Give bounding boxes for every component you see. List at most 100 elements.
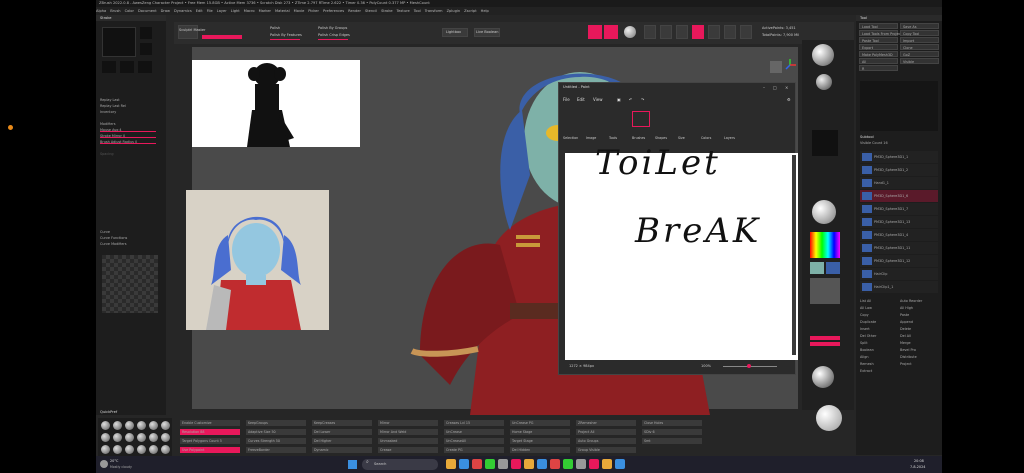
subtool-row[interactable]: PM3D_Sphere3D1_11 bbox=[860, 242, 938, 254]
paint-zoom-handle[interactable] bbox=[747, 364, 751, 368]
tool-button[interactable]: Import bbox=[900, 37, 939, 43]
taskbar-app-icon[interactable] bbox=[459, 459, 469, 469]
view-perspective-icon[interactable] bbox=[770, 61, 782, 73]
paint-settings-icon[interactable]: ⚙ bbox=[787, 97, 791, 102]
subtool-action[interactable]: Align bbox=[860, 355, 869, 360]
paint-close-button[interactable]: × bbox=[785, 85, 788, 90]
subtool-row[interactable]: PM3D_Sphere3D1_2 bbox=[860, 164, 938, 176]
tool-button[interactable]: GoZ bbox=[900, 51, 939, 57]
subtool-action[interactable]: Project bbox=[900, 362, 912, 367]
brush-thumbnail-icon[interactable] bbox=[113, 421, 122, 430]
color-swatch-main[interactable] bbox=[810, 262, 824, 274]
brush-thumbnail-icon[interactable] bbox=[137, 421, 146, 430]
color-swatch-secondary[interactable] bbox=[826, 262, 840, 274]
left-slider[interactable] bbox=[100, 143, 156, 144]
taskbar-app-icon[interactable] bbox=[589, 459, 599, 469]
paint-tool-colors-icon[interactable] bbox=[701, 111, 719, 127]
brush-thumbnail-icon[interactable] bbox=[125, 445, 134, 454]
left-panel-item[interactable]: Curve bbox=[100, 230, 110, 235]
subtool-row[interactable]: PM3D_Sphere3D1_6 bbox=[860, 190, 938, 202]
paint-tool-brushes-icon[interactable] bbox=[632, 111, 650, 127]
subtool-row[interactable]: PM3D_Sphere3D1_4 bbox=[860, 229, 938, 241]
menu-item-stroke[interactable]: Stroke bbox=[381, 7, 392, 15]
menu-item-layer[interactable]: Layer bbox=[217, 7, 227, 15]
taskbar-app-icon[interactable] bbox=[615, 459, 625, 469]
polish-groups-slider[interactable] bbox=[318, 39, 348, 40]
menu-item-stencil[interactable]: Stencil bbox=[365, 7, 377, 15]
stroke-thumbnail-3[interactable] bbox=[140, 43, 152, 55]
subtool-row[interactable]: PM3D_Sphere3D1_1 bbox=[860, 151, 938, 163]
material-sphere-small-icon[interactable] bbox=[816, 74, 832, 90]
brush-thumbnail-icon[interactable] bbox=[137, 445, 146, 454]
paint-save-icon[interactable]: ▣ bbox=[617, 97, 621, 102]
left-panel-item[interactable]: Spacing bbox=[100, 152, 114, 157]
quickpref-header[interactable]: QuickPref bbox=[96, 410, 166, 415]
subtool-action[interactable]: Duplicate bbox=[860, 320, 876, 325]
brush-thumbnail-icon[interactable] bbox=[101, 445, 110, 454]
stroke-thumbnail-1[interactable] bbox=[102, 27, 136, 57]
menu-item-macro[interactable]: Macro bbox=[244, 7, 255, 15]
visible-count[interactable]: Visible Count 16 bbox=[860, 141, 888, 146]
tool-button[interactable]: Save As bbox=[900, 23, 939, 29]
brush-thumbnail-icon[interactable] bbox=[101, 433, 110, 442]
taskbar-app-icon[interactable] bbox=[602, 459, 612, 469]
subtool-action[interactable]: Append bbox=[900, 320, 913, 325]
texture-sphere-icon[interactable] bbox=[812, 200, 836, 224]
menu-item-dynamics[interactable]: Dynamics bbox=[174, 7, 192, 15]
paint-redo-icon[interactable]: ↷ bbox=[641, 97, 644, 102]
taskbar-app-icon[interactable] bbox=[550, 459, 560, 469]
menu-item-picker[interactable]: Picker bbox=[308, 7, 319, 15]
taskbar-app-icon[interactable] bbox=[511, 459, 521, 469]
active-tool-button[interactable] bbox=[692, 25, 704, 39]
tool-button[interactable]: Export bbox=[859, 44, 898, 50]
subtool-action[interactable]: List All bbox=[860, 299, 871, 304]
taskbar-app-icon[interactable] bbox=[498, 459, 508, 469]
paint-menu-file[interactable]: File bbox=[563, 97, 570, 102]
tool-header[interactable]: Tool bbox=[856, 15, 942, 21]
color-picker[interactable] bbox=[810, 232, 840, 258]
subtool-action[interactable]: Paste bbox=[900, 313, 909, 318]
paint-tool-shapes-icon[interactable] bbox=[655, 111, 673, 127]
paint-minimize-button[interactable]: – bbox=[763, 85, 765, 90]
menu-item-help[interactable]: Help bbox=[481, 7, 489, 15]
paint-tool-size-icon[interactable] bbox=[678, 111, 696, 127]
left-panel-item[interactable]: Replay Last bbox=[100, 98, 120, 103]
brush-thumbnail-icon[interactable] bbox=[125, 433, 134, 442]
tool-button[interactable]: Paste Tool bbox=[859, 37, 898, 43]
stroke-thumbnail-2[interactable] bbox=[140, 27, 152, 39]
menu-item-brush[interactable]: Brush bbox=[110, 7, 120, 15]
menu-item-transform[interactable]: Transform bbox=[425, 7, 443, 15]
preview-sphere-icon[interactable] bbox=[816, 405, 842, 431]
subtool-action[interactable]: Del All bbox=[900, 334, 911, 339]
paint-maximize-button[interactable]: □ bbox=[773, 85, 777, 90]
stroke-thumbnail-4[interactable] bbox=[102, 61, 116, 73]
menu-item-render[interactable]: Render bbox=[348, 7, 361, 15]
brush-thumbnail-icon[interactable] bbox=[161, 445, 170, 454]
left-panel-item[interactable]: Replay Last Rel bbox=[100, 104, 126, 109]
brush-thumbnail-icon[interactable] bbox=[137, 433, 146, 442]
taskbar-app-icon[interactable] bbox=[537, 459, 547, 469]
brush-thumbnail-icon[interactable] bbox=[149, 421, 158, 430]
menu-item-zscript[interactable]: Zscript bbox=[464, 7, 476, 15]
left-slider[interactable] bbox=[100, 131, 156, 132]
subtool-action[interactable]: Remesh bbox=[860, 362, 874, 367]
menu-item-movie[interactable]: Movie bbox=[294, 7, 305, 15]
clock-date[interactable]: 7-8-2024 bbox=[910, 465, 925, 470]
clock-time[interactable]: 20:08 bbox=[914, 459, 924, 464]
paint-tool-image-icon[interactable] bbox=[586, 111, 604, 127]
bottom-tool-button[interactable] bbox=[642, 438, 702, 444]
taskbar-app-icon[interactable] bbox=[524, 459, 534, 469]
taskbar-app-icon[interactable] bbox=[563, 459, 573, 469]
brush-thumbnail-icon[interactable] bbox=[125, 421, 134, 430]
paint-tool-tools-icon[interactable] bbox=[609, 111, 627, 127]
paint-menu-edit[interactable]: Edit bbox=[577, 97, 585, 102]
paint-canvas[interactable]: ToiLet BreAK bbox=[565, 146, 798, 360]
paint-scrollbar[interactable] bbox=[792, 155, 796, 355]
brush-sphere-icon[interactable] bbox=[812, 44, 834, 66]
subtool-row[interactable]: PM3D_Sphere3D1_12 bbox=[860, 255, 938, 267]
subtool-row[interactable]: HairClip bbox=[860, 268, 938, 280]
left-panel-item[interactable]: Inventory bbox=[100, 110, 116, 115]
menu-item-tool[interactable]: Tool bbox=[414, 7, 421, 15]
polish-crisp-label[interactable]: Polish Crisp Edges bbox=[318, 33, 350, 38]
search-box[interactable]: ⌕ Search bbox=[362, 459, 438, 470]
